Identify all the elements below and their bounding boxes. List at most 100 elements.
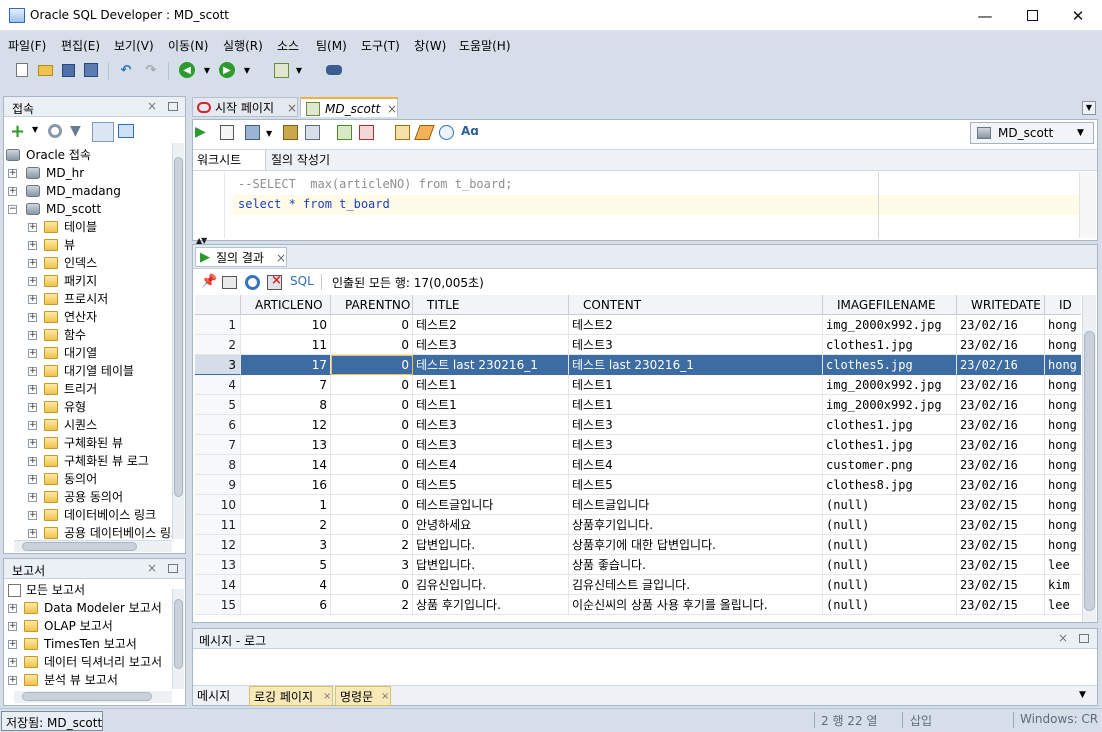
tree-object-type[interactable]: 구체화된 뷰 로그 bbox=[44, 452, 149, 470]
tree-object-type[interactable]: 구체화된 뷰 bbox=[44, 434, 123, 452]
table-cell[interactable]: (null) bbox=[823, 595, 957, 615]
table-row[interactable]: 7 13 0 테스트3 테스트3 clothes1.jpg 23/02/16 hong bbox=[195, 435, 1081, 455]
table-row[interactable]: 8 14 0 테스트4 테스트4 customer.png 23/02/16 hong bbox=[195, 455, 1081, 475]
table-cell[interactable]: 12 bbox=[241, 415, 331, 435]
table-cell[interactable]: img_2000x992.jpg bbox=[823, 395, 957, 415]
table-cell[interactable]: 5 bbox=[241, 555, 331, 575]
table-cell[interactable]: 23/02/16 bbox=[957, 355, 1045, 375]
table-cell[interactable]: (null) bbox=[823, 535, 957, 555]
close-tab-icon[interactable]: × bbox=[276, 248, 286, 268]
table-cell[interactable]: 14 bbox=[241, 455, 331, 475]
expand-icon[interactable]: + bbox=[28, 493, 37, 502]
table-cell[interactable]: hong bbox=[1045, 395, 1081, 415]
row-number[interactable]: 5 bbox=[195, 395, 241, 415]
tree-object-type[interactable]: 뷰 bbox=[44, 236, 75, 254]
row-number[interactable]: 9 bbox=[195, 475, 241, 495]
table-cell[interactable]: 테스트1 bbox=[413, 375, 569, 395]
table-cell[interactable]: 0 bbox=[331, 315, 413, 335]
column-header-imagefilename[interactable]: IMAGEFILENAME bbox=[823, 295, 957, 315]
table-row[interactable]: 12 3 2 답변입니다. 상품후기에 대한 답변입니다. (null) 23/02/15 h… bbox=[195, 535, 1081, 555]
print-icon[interactable] bbox=[222, 276, 237, 289]
table-cell[interactable]: 0 bbox=[331, 375, 413, 395]
scrollbar-thumb[interactable] bbox=[1084, 331, 1095, 611]
table-cell[interactable]: 23/02/16 bbox=[957, 415, 1045, 435]
expand-icon[interactable]: + bbox=[28, 511, 37, 520]
table-cell[interactable]: 테스트1 bbox=[569, 375, 823, 395]
table-cell[interactable]: 23/02/16 bbox=[957, 475, 1045, 495]
expand-icon[interactable]: + bbox=[28, 295, 37, 304]
table-cell[interactable]: 16 bbox=[241, 475, 331, 495]
table-cell[interactable]: 테스트2 bbox=[569, 315, 823, 335]
column-header-parentno[interactable]: PARENTNO bbox=[331, 295, 413, 315]
undo-icon[interactable]: ↶ bbox=[117, 61, 135, 79]
menu-help[interactable]: 도움말(H) bbox=[459, 37, 511, 54]
table-cell[interactable]: 0 bbox=[331, 475, 413, 495]
close-tab-icon[interactable]: × bbox=[387, 99, 397, 119]
table-cell[interactable]: 테스트5 bbox=[413, 475, 569, 495]
table-cell[interactable]: hong bbox=[1045, 315, 1081, 335]
table-cell[interactable]: customer.png bbox=[823, 455, 957, 475]
table-cell[interactable]: 1 bbox=[241, 495, 331, 515]
sql-worksheet-dropdown-icon[interactable]: ▼ bbox=[290, 61, 308, 79]
table-cell[interactable]: img_2000x992.jpg bbox=[823, 315, 957, 335]
commit-transaction-icon[interactable] bbox=[337, 125, 352, 140]
table-cell[interactable]: 23/02/16 bbox=[957, 335, 1045, 355]
format-icon[interactable]: Aɑ bbox=[461, 124, 479, 138]
close-button[interactable]: ✕ bbox=[1055, 0, 1101, 31]
minimize-panel-icon[interactable] bbox=[1079, 634, 1089, 643]
row-number[interactable]: 8 bbox=[195, 455, 241, 475]
expand-icon[interactable]: + bbox=[28, 331, 37, 340]
table-cell[interactable]: hong bbox=[1045, 495, 1081, 515]
tree-report-folder[interactable]: TimesTen 보고서 bbox=[24, 635, 137, 653]
table-row[interactable]: 14 4 0 김유신입니다. 김유신테스트 글입니다. (null) 23/02/15 kim bbox=[195, 575, 1081, 595]
table-row[interactable]: 3 17 0 테스트 last 230216_1 테스트 last 230216_1 cl… bbox=[195, 355, 1081, 375]
connections-vertical-scrollbar[interactable] bbox=[172, 143, 184, 539]
expand-icon[interactable]: + bbox=[28, 277, 37, 286]
tree-connection-md-hr[interactable]: MD_hr bbox=[26, 164, 84, 182]
scrollbar-thumb[interactable] bbox=[174, 599, 183, 669]
redo-icon[interactable]: ↷ bbox=[142, 61, 160, 79]
tab-statements[interactable]: 명령문 × bbox=[335, 686, 391, 706]
commit-icon[interactable] bbox=[245, 125, 260, 140]
rollback-icon[interactable] bbox=[359, 125, 374, 140]
sql-worksheet-icon[interactable] bbox=[272, 61, 290, 79]
row-number[interactable]: 7 bbox=[195, 435, 241, 455]
tree-object-type[interactable]: 대기열 테이블 bbox=[44, 362, 134, 380]
expand-icon[interactable]: + bbox=[28, 421, 37, 430]
table-cell[interactable]: hong bbox=[1045, 415, 1081, 435]
column-header-id[interactable]: ID bbox=[1045, 295, 1081, 315]
commit-dropdown-icon[interactable]: ▼ bbox=[266, 129, 272, 138]
table-cell[interactable]: (null) bbox=[823, 555, 957, 575]
table-row[interactable]: 9 16 0 테스트5 테스트5 clothes8.jpg 23/02/16 hong bbox=[195, 475, 1081, 495]
table-cell[interactable]: hong bbox=[1045, 515, 1081, 535]
table-cell[interactable]: 3 bbox=[331, 555, 413, 575]
table-cell[interactable]: 0 bbox=[331, 575, 413, 595]
tree-report-folder[interactable]: 데이터 딕셔너리 보고서 bbox=[24, 653, 162, 671]
forward-icon[interactable]: ▶ bbox=[218, 61, 236, 79]
table-cell[interactable]: hong bbox=[1045, 455, 1081, 475]
table-cell[interactable]: 0 bbox=[331, 435, 413, 455]
expand-icon[interactable]: + bbox=[8, 658, 17, 667]
table-cell[interactable]: 23/02/16 bbox=[957, 315, 1045, 335]
expand-icon[interactable]: + bbox=[28, 313, 37, 322]
table-cell[interactable]: lee bbox=[1045, 555, 1081, 575]
table-cell[interactable]: 테스트3 bbox=[413, 435, 569, 455]
table-cell[interactable]: hong bbox=[1045, 355, 1081, 375]
add-connection-dropdown-icon[interactable]: ▼ bbox=[32, 125, 38, 134]
table-cell[interactable]: 테스트4 bbox=[413, 455, 569, 475]
table-cell[interactable]: 김유신입니다. bbox=[413, 575, 569, 595]
expand-icon[interactable]: + bbox=[28, 457, 37, 466]
table-cell[interactable]: 23/02/15 bbox=[957, 575, 1045, 595]
table-cell[interactable]: clothes8.jpg bbox=[823, 475, 957, 495]
reports-horizontal-scrollbar[interactable] bbox=[14, 691, 172, 703]
connections-horizontal-scrollbar[interactable] bbox=[14, 540, 172, 552]
table-cell[interactable]: 0 bbox=[331, 415, 413, 435]
editor-vertical-scrollbar[interactable] bbox=[1079, 172, 1096, 238]
tree-object-type[interactable]: 대기열 bbox=[44, 344, 97, 362]
table-cell[interactable]: 0 bbox=[331, 335, 413, 355]
tree-object-type[interactable]: 공용 동의어 bbox=[44, 488, 123, 506]
table-cell[interactable]: 0 bbox=[331, 455, 413, 475]
table-cell[interactable]: 테스트글입니다 bbox=[569, 495, 823, 515]
expand-icon[interactable]: + bbox=[8, 187, 17, 196]
table-cell[interactable]: 테스트3 bbox=[413, 415, 569, 435]
